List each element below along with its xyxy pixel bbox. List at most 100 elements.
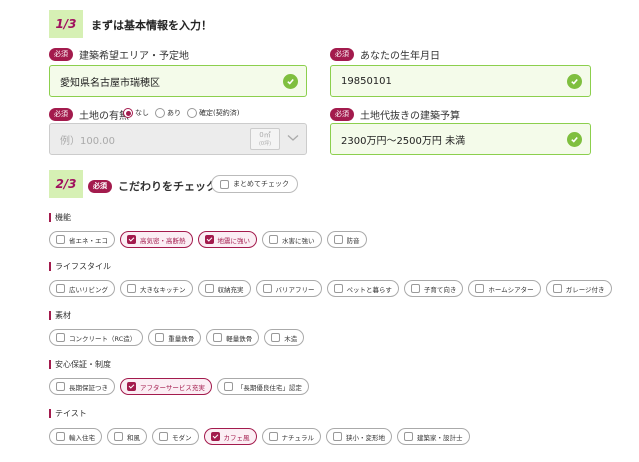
land-radio-group: なし あり 確定(契約済) (123, 108, 241, 118)
birth-label-text: あなたの生年月日 (360, 51, 440, 62)
step1-title: まずは基本情報を入力！ (91, 19, 212, 32)
chip-living[interactable]: 広いリビング (49, 280, 115, 297)
category-label-taste: テイスト (49, 408, 87, 419)
chevron-down-icon[interactable] (287, 134, 299, 142)
valid-check-icon (567, 74, 582, 89)
checkbox-icon (114, 432, 123, 441)
land-label: 必須 土地の有無 (49, 107, 129, 122)
chip-light-steel[interactable]: 軽量鉄骨 (206, 329, 260, 346)
chip-theater[interactable]: ホームシアター (468, 280, 541, 297)
required-badge: 必須 (49, 48, 73, 61)
checkbox-icon (56, 382, 65, 391)
chip-kitchen[interactable]: 大きなキッチン (120, 280, 193, 297)
checkbox-icon (155, 333, 165, 342)
step2-title: 必須 こだわりをチェック (88, 178, 217, 194)
checkbox-icon (56, 432, 65, 441)
checkbox-checked-icon (210, 432, 220, 441)
land-label-text: 土地の有無 (79, 111, 129, 122)
chip-imported[interactable]: 輸入住宅 (49, 428, 102, 445)
chip-row-material: コンクリート（RC造） 重量鉄骨 軽量鉄骨 木造 (49, 329, 305, 346)
valid-check-icon (283, 74, 298, 89)
checkbox-icon (268, 432, 278, 441)
checkbox-icon (220, 179, 229, 189)
chip-long-warranty[interactable]: 長期保証つき (49, 378, 115, 395)
checkbox-icon (269, 235, 278, 244)
budget-label: 必須 土地代抜きの建築予算 (330, 107, 460, 122)
category-label-function: 機能 (49, 212, 71, 223)
chip-row-taste: 輸入住宅 和風 モダン カフェ風 ナチュラル 狭小・変形地 建築家・設計士 (49, 428, 470, 445)
chip-high-airtight[interactable]: 高気密・高断熱 (120, 231, 193, 248)
chip-heavy-steel[interactable]: 重量鉄骨 (148, 329, 202, 346)
budget-label-text: 土地代抜きの建築予算 (360, 111, 460, 122)
check-all-button[interactable]: まとめてチェック (211, 175, 298, 193)
land-unit-box: 0㎡ (0坪) (250, 128, 280, 150)
chip-rc[interactable]: コンクリート（RC造） (49, 329, 144, 346)
checkbox-icon (333, 432, 342, 441)
checkbox-icon (56, 235, 65, 244)
checkbox-checked-icon (204, 235, 214, 244)
step2-badge: 2/3 (49, 170, 83, 198)
land-option-yes[interactable]: あり (155, 108, 181, 118)
checkbox-checked-icon (127, 235, 136, 244)
budget-value: 2300万円～2500万円 未満 (341, 135, 466, 147)
chip-long-quality[interactable]: 「長期優良住宅」認定 (216, 378, 309, 395)
chip-flood[interactable]: 水害に強い (262, 231, 322, 248)
required-badge: 必須 (88, 179, 112, 193)
checkbox-icon (271, 333, 281, 342)
chip-child[interactable]: 子育て向き (403, 280, 464, 297)
category-label-warranty: 安心保証・制度 (49, 359, 111, 370)
chip-eco[interactable]: 省エネ・エコ (49, 231, 115, 248)
land-area-input[interactable]: 例）100.00 0㎡ (0坪) (49, 123, 307, 155)
chip-narrow-lot[interactable]: 狭小・変形地 (326, 428, 392, 445)
chip-garage[interactable]: ガレージ付き (545, 280, 612, 297)
chip-natural[interactable]: ナチュラル (261, 428, 321, 445)
area-label: 必須 建築希望エリア・予定地 (49, 47, 189, 62)
checkbox-icon (56, 284, 65, 293)
land-area-placeholder: 例）100.00 (60, 135, 115, 147)
chip-modern[interactable]: モダン (152, 428, 199, 445)
step2-title-text: こだわりをチェック (118, 180, 217, 193)
land-option-confirmed[interactable]: 確定(契約済) (187, 108, 239, 118)
category-label-material: 素材 (49, 310, 71, 321)
checkbox-icon (262, 284, 272, 293)
checkbox-icon (204, 284, 214, 293)
checkbox-icon (127, 284, 136, 293)
chip-after-service[interactable]: アフターサービス充実 (120, 378, 212, 395)
checkbox-icon (223, 382, 233, 391)
checkbox-icon (213, 333, 223, 342)
chip-pet[interactable]: ペットと暮らす (326, 280, 399, 297)
chip-wood[interactable]: 木造 (264, 329, 305, 346)
required-badge: 必須 (330, 48, 354, 61)
required-badge: 必須 (49, 108, 73, 121)
checkbox-icon (475, 284, 485, 293)
birth-value: 19850101 (341, 75, 392, 87)
checkbox-checked-icon (127, 382, 136, 391)
chip-row-function: 省エネ・エコ 高気密・高断熱 地震に強い 水害に強い 防音 (49, 231, 367, 248)
chip-architect[interactable]: 建築家・設計士 (397, 428, 470, 445)
birth-input[interactable]: 19850101 (330, 65, 591, 97)
chip-japanese[interactable]: 和風 (107, 428, 147, 445)
chip-soundproof[interactable]: 防音 (326, 231, 367, 248)
step1-badge: 1/3 (49, 10, 83, 38)
area-input[interactable]: 愛知県名古屋市瑞穂区 (49, 65, 307, 97)
radio-icon (187, 108, 197, 118)
chip-row-warranty: 長期保証つき アフターサービス充実 「長期優良住宅」認定 (49, 378, 309, 395)
area-value: 愛知県名古屋市瑞穂区 (60, 77, 160, 89)
checkbox-icon (552, 284, 562, 293)
checkbox-icon (56, 333, 65, 342)
budget-select[interactable]: 2300万円～2500万円 未満 (330, 123, 591, 155)
required-badge: 必須 (330, 108, 354, 121)
checkbox-icon (404, 432, 413, 441)
checkbox-icon (333, 235, 343, 244)
chip-row-lifestyle: 広いリビング 大きなキッチン 収納充実 バリアフリー ペットと暮らす 子育て向き… (49, 280, 612, 297)
category-label-lifestyle: ライフスタイル (49, 261, 111, 272)
land-option-none[interactable]: なし (123, 108, 149, 118)
valid-check-icon (567, 132, 582, 147)
chip-earthquake[interactable]: 地震に強い (197, 231, 257, 248)
chip-storage[interactable]: 収納充実 (197, 280, 251, 297)
chip-barrier-free[interactable]: バリアフリー (255, 280, 322, 297)
checkbox-icon (410, 284, 420, 293)
checkbox-icon (159, 432, 168, 441)
radio-icon (155, 108, 165, 118)
chip-cafe[interactable]: カフェ風 (203, 428, 257, 445)
